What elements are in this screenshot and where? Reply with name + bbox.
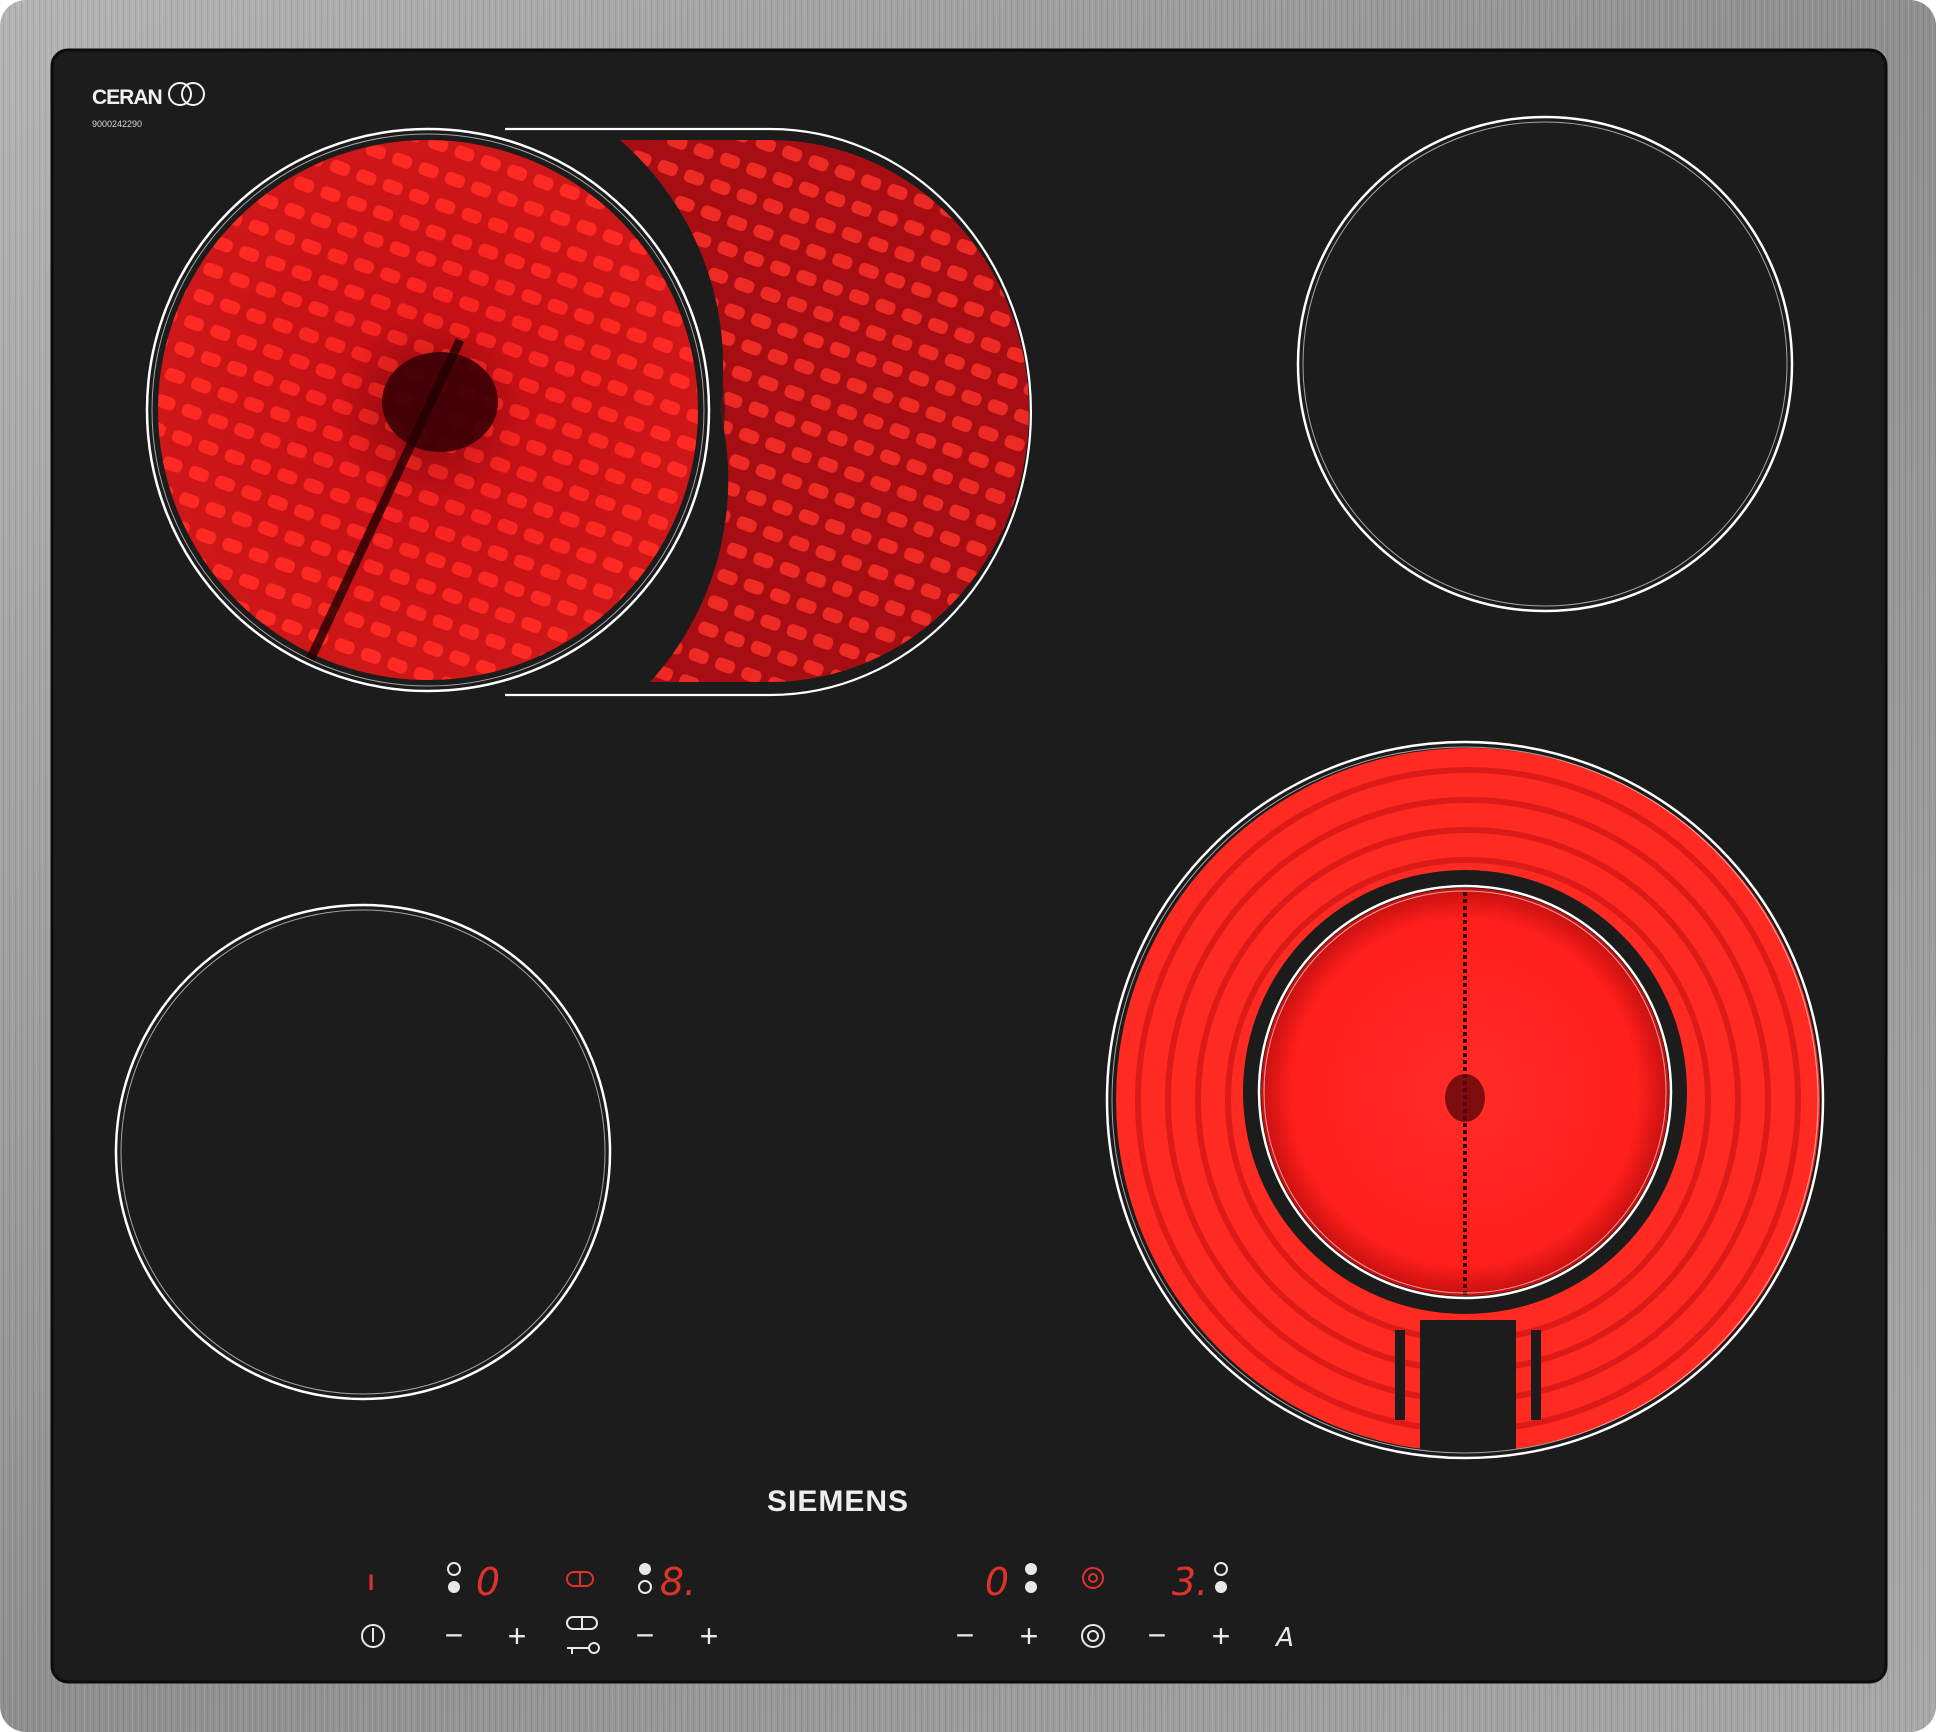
zone3-level-display: 0 (985, 1560, 1009, 1604)
zone4-minus-button[interactable]: − (1148, 1617, 1167, 1653)
zone1-level-display: 0 (476, 1560, 500, 1604)
zone3-minus-button[interactable]: − (956, 1617, 975, 1653)
zone2-minus-button[interactable]: − (636, 1617, 655, 1653)
svg-text:CERAN: CERAN (92, 86, 162, 109)
zone4-plus-button[interactable]: + (1212, 1618, 1231, 1654)
cooking-zone-extended[interactable] (145, 127, 1033, 697)
cooktop-photo: CERAN 9000242290 SIEMENS I 0 8. 0 3. − +… (0, 0, 1936, 1732)
power-indicator: I (368, 1570, 374, 1595)
zone4-level-display: 3. (1172, 1560, 1208, 1604)
timer-button[interactable]: A (1274, 1623, 1294, 1653)
zone3-plus-button[interactable]: + (1020, 1618, 1039, 1654)
zone1-plus-button[interactable]: + (508, 1618, 527, 1654)
zone2-plus-button[interactable]: + (700, 1618, 719, 1654)
zone2-level-display: 8. (660, 1560, 696, 1604)
zone1-minus-button[interactable]: − (445, 1617, 464, 1653)
brand-logo: SIEMENS (767, 1485, 909, 1518)
serial-number: 9000242290 (92, 119, 142, 129)
